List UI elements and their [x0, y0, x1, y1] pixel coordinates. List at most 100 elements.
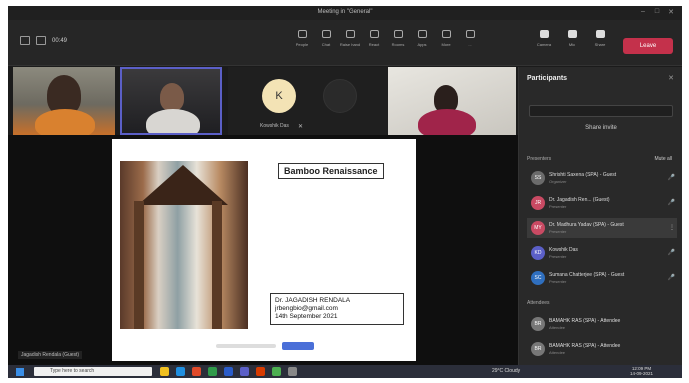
video-tile-participant-2[interactable]: [120, 67, 222, 135]
app-icon[interactable]: [288, 367, 297, 376]
taskbar-search-input[interactable]: Type here to search: [34, 367, 152, 376]
participant-body: [35, 109, 95, 135]
toolbar-item-label: More: [441, 42, 451, 47]
presentation-slide[interactable]: Bamboo Renaissance Dr. JAGADISH RENDALA …: [112, 139, 416, 361]
participant-body: [146, 109, 200, 133]
word-icon[interactable]: [224, 367, 233, 376]
toolbar-item-label: Camera: [536, 42, 552, 47]
meeting-toolbar: 00:49 People Chat Raise hand React Rooms…: [8, 20, 682, 66]
share-invite-button[interactable]: Share invite: [529, 125, 673, 137]
participant-row[interactable]: KD Kowshik Das Presenter 🎤: [527, 243, 677, 263]
toolbar-item-label: Rooms: [391, 42, 405, 47]
minimize-icon[interactable]: –: [636, 8, 650, 15]
toolbar-item-label: Apps: [417, 42, 427, 47]
toolbar-item-label: Raise hand: [339, 42, 361, 47]
toolbar-item-label: People: [295, 42, 309, 47]
participant-role: Presenter: [549, 229, 567, 234]
participant-name: BAMAHK RAS (SPA) - Attendee: [549, 318, 621, 324]
start-icon[interactable]: [16, 368, 24, 376]
toolbar-more-button[interactable]: More: [434, 30, 458, 48]
powerpoint-icon[interactable]: [256, 367, 265, 376]
participant-name: Sumana Chatterjee (SPA) - Guest: [549, 272, 625, 278]
mic-icon: 🎤: [667, 200, 675, 206]
participant-role: Presenter: [549, 279, 567, 284]
toolbar-item-label: Share: [594, 42, 606, 47]
toolbar-media-controls: Camera Mic Share: [532, 30, 612, 48]
camera-button[interactable]: Camera: [532, 30, 556, 48]
teams-window: Meeting in "General" – □ ✕ 00:49 People …: [8, 6, 682, 378]
video-tile-participant-1[interactable]: [13, 67, 115, 135]
toolbar-item-label: Mic: [568, 42, 576, 47]
layout-icon[interactable]: [36, 36, 46, 45]
mute-all-button[interactable]: Mute all: [654, 156, 672, 162]
slide-progress-bar[interactable]: [216, 344, 276, 348]
participant-avatar: K: [262, 79, 296, 113]
avatar: KD: [531, 246, 545, 260]
avatar: BR: [531, 342, 545, 356]
toolbar-react-button[interactable]: React: [362, 30, 386, 48]
windows-taskbar: Type here to search 29°C Cloudy 12:09 PM…: [8, 365, 682, 378]
edge-icon[interactable]: [176, 367, 185, 376]
title-bar: Meeting in "General" – □ ✕: [8, 6, 682, 20]
participants-panel: Participants ✕ Share invite Presenters M…: [518, 67, 682, 365]
maximize-icon[interactable]: □: [650, 8, 664, 15]
grid-icon[interactable]: [20, 36, 30, 45]
rooms-icon: [393, 30, 403, 38]
slide-credit-box: Dr. JAGADISH RENDALA jrbengbio@gmail.com…: [270, 293, 404, 325]
attendees-section-label: Attendees: [527, 300, 550, 306]
participant-row[interactable]: JR Dr. Jagadish Ren... (Guest) Presenter…: [527, 193, 677, 213]
avatar: JR: [531, 196, 545, 210]
participant-role: Presenter: [549, 204, 567, 209]
toolbar-apps-button[interactable]: Apps: [410, 30, 434, 48]
participant-search-input[interactable]: [529, 105, 673, 117]
clock-date: 14-09-2021: [630, 371, 654, 376]
mic-off-icon: ✕: [298, 124, 304, 130]
participant-avatar-dark: [323, 79, 357, 113]
participant-head: [160, 83, 184, 111]
system-clock[interactable]: 12:09 PM 14-09-2021: [630, 366, 653, 376]
participant-row[interactable]: BR BAMAHK RAS (SPA) - Attendee Attendee: [527, 314, 677, 334]
slide-title: Bamboo Renaissance: [278, 163, 384, 179]
credit-email: jrbengbio@gmail.com: [275, 305, 338, 312]
toolbar-ellipsis-button[interactable]: ...: [458, 30, 482, 48]
office-icon[interactable]: [192, 367, 201, 376]
participant-body: [418, 109, 476, 135]
leave-button[interactable]: Leave: [623, 38, 673, 54]
share-icon: [595, 30, 605, 38]
toolbar-rooms-button[interactable]: Rooms: [386, 30, 410, 48]
toolbar-item-label: ...: [468, 42, 472, 47]
slide-nav-button[interactable]: [282, 342, 314, 350]
participant-role: Attendee: [549, 350, 566, 355]
hand-icon: [345, 30, 355, 38]
excel-icon[interactable]: [208, 367, 217, 376]
toolbar-chat-button[interactable]: Chat: [314, 30, 338, 48]
close-icon[interactable]: ✕: [664, 8, 678, 16]
avatar: SS: [531, 171, 545, 185]
photo-roof: [138, 165, 228, 205]
presenters-section-label: Presenters: [527, 156, 552, 162]
more-icon: [441, 30, 451, 38]
toolbar-raise-hand-button[interactable]: Raise hand: [338, 30, 362, 48]
video-tile-avatars[interactable]: K Kowshik Das ✕: [228, 67, 388, 135]
chrome-icon[interactable]: [272, 367, 281, 376]
participant-name: Dr. Madhura Yadav (SPA) - Guest: [549, 222, 624, 228]
toolbar-left: 00:49: [20, 36, 67, 45]
mic-button[interactable]: Mic: [560, 30, 584, 48]
tile-name-label: Kowshik Das: [260, 123, 289, 129]
toolbar-people-button[interactable]: People: [290, 30, 314, 48]
teams-icon[interactable]: [240, 367, 249, 376]
participant-row[interactable]: SS Shrishti Saxena (SPA) - Guest Organiz…: [527, 168, 677, 188]
avatar: SC: [531, 271, 545, 285]
share-button[interactable]: Share: [588, 30, 612, 48]
weather-widget[interactable]: 29°C Cloudy: [492, 368, 520, 374]
participant-row[interactable]: BR BAMAHK RAS (SPA) - Attendee Attendee: [527, 339, 677, 359]
panel-heading: Participants: [527, 75, 568, 82]
video-tile-participant-3[interactable]: [388, 67, 516, 135]
close-panel-icon[interactable]: ✕: [668, 74, 674, 82]
people-icon: [297, 30, 307, 38]
participant-row[interactable]: MY Dr. Madhura Yadav (SPA) - Guest Prese…: [527, 218, 677, 238]
ellipsis-icon: [465, 30, 475, 38]
file-explorer-icon[interactable]: [160, 367, 169, 376]
participant-row[interactable]: SC Sumana Chatterjee (SPA) - Guest Prese…: [527, 268, 677, 288]
more-options-icon[interactable]: ⋮: [669, 224, 675, 231]
